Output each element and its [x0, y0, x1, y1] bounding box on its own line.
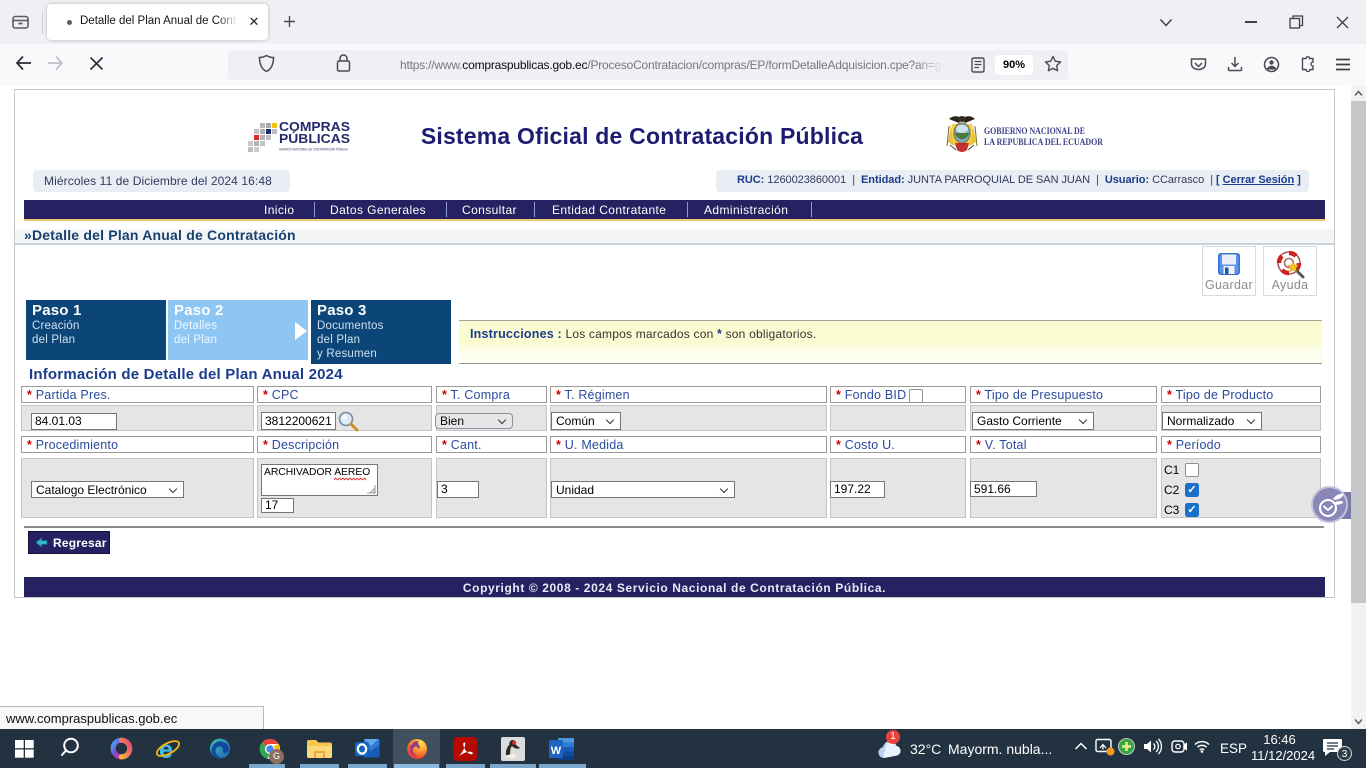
svg-text:W: W	[551, 745, 562, 757]
svg-text:LA REPUBLICA DEL ECUADOR: LA REPUBLICA DEL ECUADOR	[984, 138, 1103, 148]
svg-text:GOBIERNO NACIONAL DE: GOBIERNO NACIONAL DE	[984, 127, 1085, 137]
svg-text:e: e	[159, 736, 173, 762]
